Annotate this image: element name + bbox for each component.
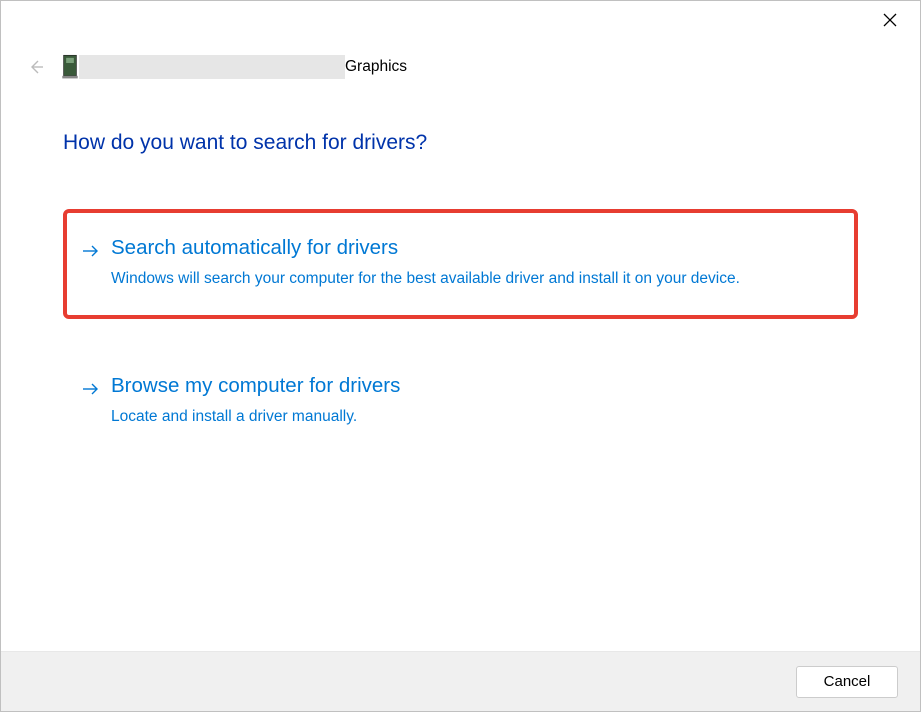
arrow-right-icon xyxy=(81,241,101,261)
option-description: Locate and install a driver manually. xyxy=(111,406,751,428)
arrow-right-icon xyxy=(81,379,101,399)
option-search-automatically[interactable]: Search automatically for drivers Windows… xyxy=(63,209,858,319)
header-row: Graphics xyxy=(1,55,920,79)
page-title: How do you want to search for drivers? xyxy=(63,131,858,155)
device-name-redacted xyxy=(79,55,345,79)
device-label: Graphics xyxy=(61,55,407,79)
back-arrow-icon xyxy=(27,58,45,76)
graphics-card-icon xyxy=(61,55,79,79)
back-button[interactable] xyxy=(25,56,47,78)
device-suffix: Graphics xyxy=(345,58,407,76)
option-title: Browse my computer for drivers xyxy=(111,373,836,400)
option-title: Search automatically for drivers xyxy=(111,235,836,262)
dialog-footer: Cancel xyxy=(1,651,920,711)
close-button[interactable] xyxy=(870,4,910,36)
option-description: Windows will search your computer for th… xyxy=(111,268,751,290)
close-icon xyxy=(883,13,897,27)
option-browse-computer[interactable]: Browse my computer for drivers Locate an… xyxy=(63,347,858,457)
cancel-button[interactable]: Cancel xyxy=(796,666,898,698)
main-content: How do you want to search for drivers? S… xyxy=(1,79,920,651)
titlebar xyxy=(1,1,920,39)
